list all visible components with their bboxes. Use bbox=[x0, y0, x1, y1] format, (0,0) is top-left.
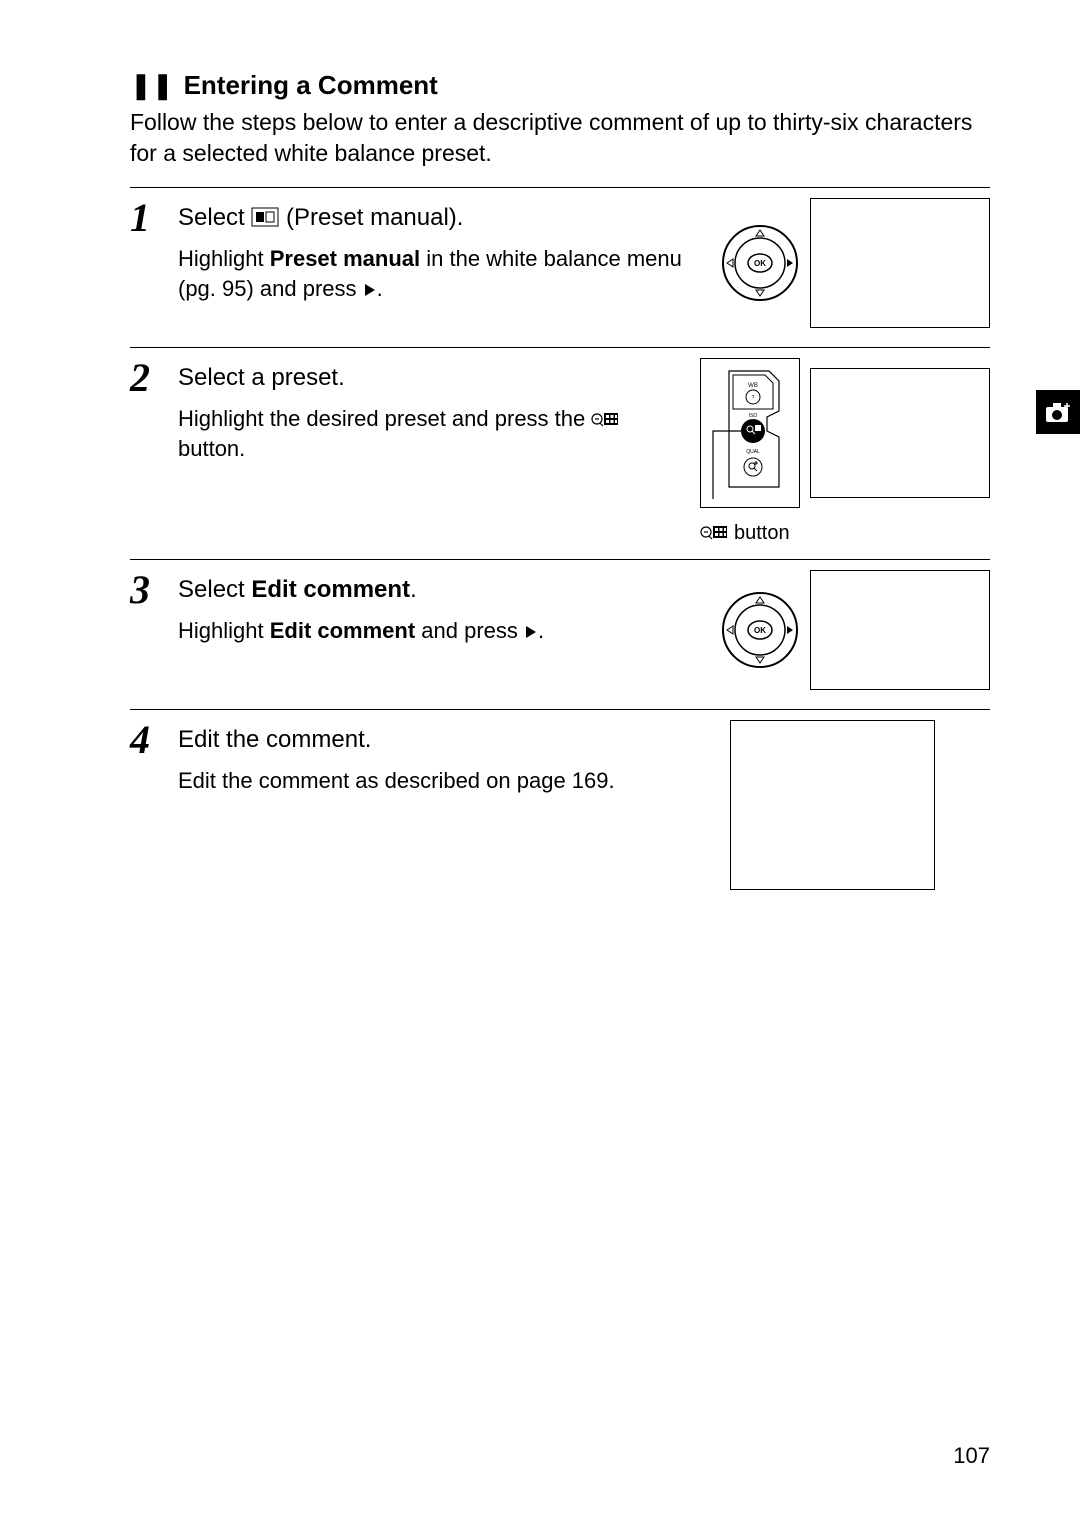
camera-icon bbox=[1045, 401, 1071, 423]
step-heading: Select a preset. bbox=[178, 364, 676, 392]
section-bullet-icon: ❚❚ bbox=[130, 70, 174, 100]
right-triangle-icon bbox=[524, 617, 538, 647]
lcd-screenshot-placeholder bbox=[810, 368, 990, 498]
svg-text:WB: WB bbox=[748, 383, 758, 389]
zoom-out-thumbnail-icon bbox=[700, 522, 728, 545]
dpad-selector-icon: OK bbox=[720, 223, 800, 303]
step-heading: Edit the comment. bbox=[178, 726, 706, 754]
step-3: 3 Select Edit comment. Highlight Edit co… bbox=[130, 560, 990, 710]
svg-text:ISO: ISO bbox=[749, 413, 758, 419]
lcd-screenshot-placeholder bbox=[810, 570, 990, 690]
step-number: 4 bbox=[130, 720, 178, 890]
lcd-screenshot-placeholder bbox=[810, 198, 990, 328]
dpad-selector-icon: OK bbox=[720, 590, 800, 670]
step-detail: Highlight Preset manual in the white bal… bbox=[178, 244, 696, 304]
step-2: 2 Select a preset. Highlight the desired… bbox=[130, 348, 990, 560]
camera-button-diagram: WB ? ISO QUAL bbox=[700, 358, 800, 508]
svg-text:OK: OK bbox=[754, 259, 766, 268]
section-intro: Follow the steps below to enter a descri… bbox=[130, 107, 990, 169]
step-list: 1 Select (Preset manual). Highlight Pres… bbox=[130, 187, 990, 904]
step-detail: Highlight the desired preset and press t… bbox=[178, 404, 676, 463]
step-4: 4 Edit the comment. Edit the comment as … bbox=[130, 710, 990, 904]
step-number: 2 bbox=[130, 358, 178, 545]
lcd-screenshot-placeholder bbox=[730, 720, 935, 890]
zoom-out-thumbnail-icon bbox=[591, 406, 619, 431]
svg-text:OK: OK bbox=[754, 626, 766, 635]
right-triangle-icon bbox=[363, 275, 377, 305]
svg-text:?: ? bbox=[752, 395, 755, 401]
figure-caption: button bbox=[700, 522, 790, 545]
step-detail: Highlight Edit comment and press . bbox=[178, 616, 696, 647]
svg-text:QUAL: QUAL bbox=[746, 449, 760, 455]
section-heading: ❚❚ Entering a Comment Follow the steps be… bbox=[130, 70, 990, 169]
step-number: 1 bbox=[130, 198, 178, 333]
preset-pre-icon bbox=[251, 207, 279, 227]
page-number: 107 bbox=[953, 1443, 990, 1469]
step-1: 1 Select (Preset manual). Highlight Pres… bbox=[130, 188, 990, 348]
step-heading: Select (Preset manual). bbox=[178, 204, 696, 232]
side-section-tab bbox=[1036, 390, 1080, 434]
step-number: 3 bbox=[130, 570, 178, 695]
section-title-text: Entering a Comment bbox=[184, 70, 438, 100]
step-detail: Edit the comment as described on page 16… bbox=[178, 766, 706, 796]
step-heading: Select Edit comment. bbox=[178, 576, 696, 604]
